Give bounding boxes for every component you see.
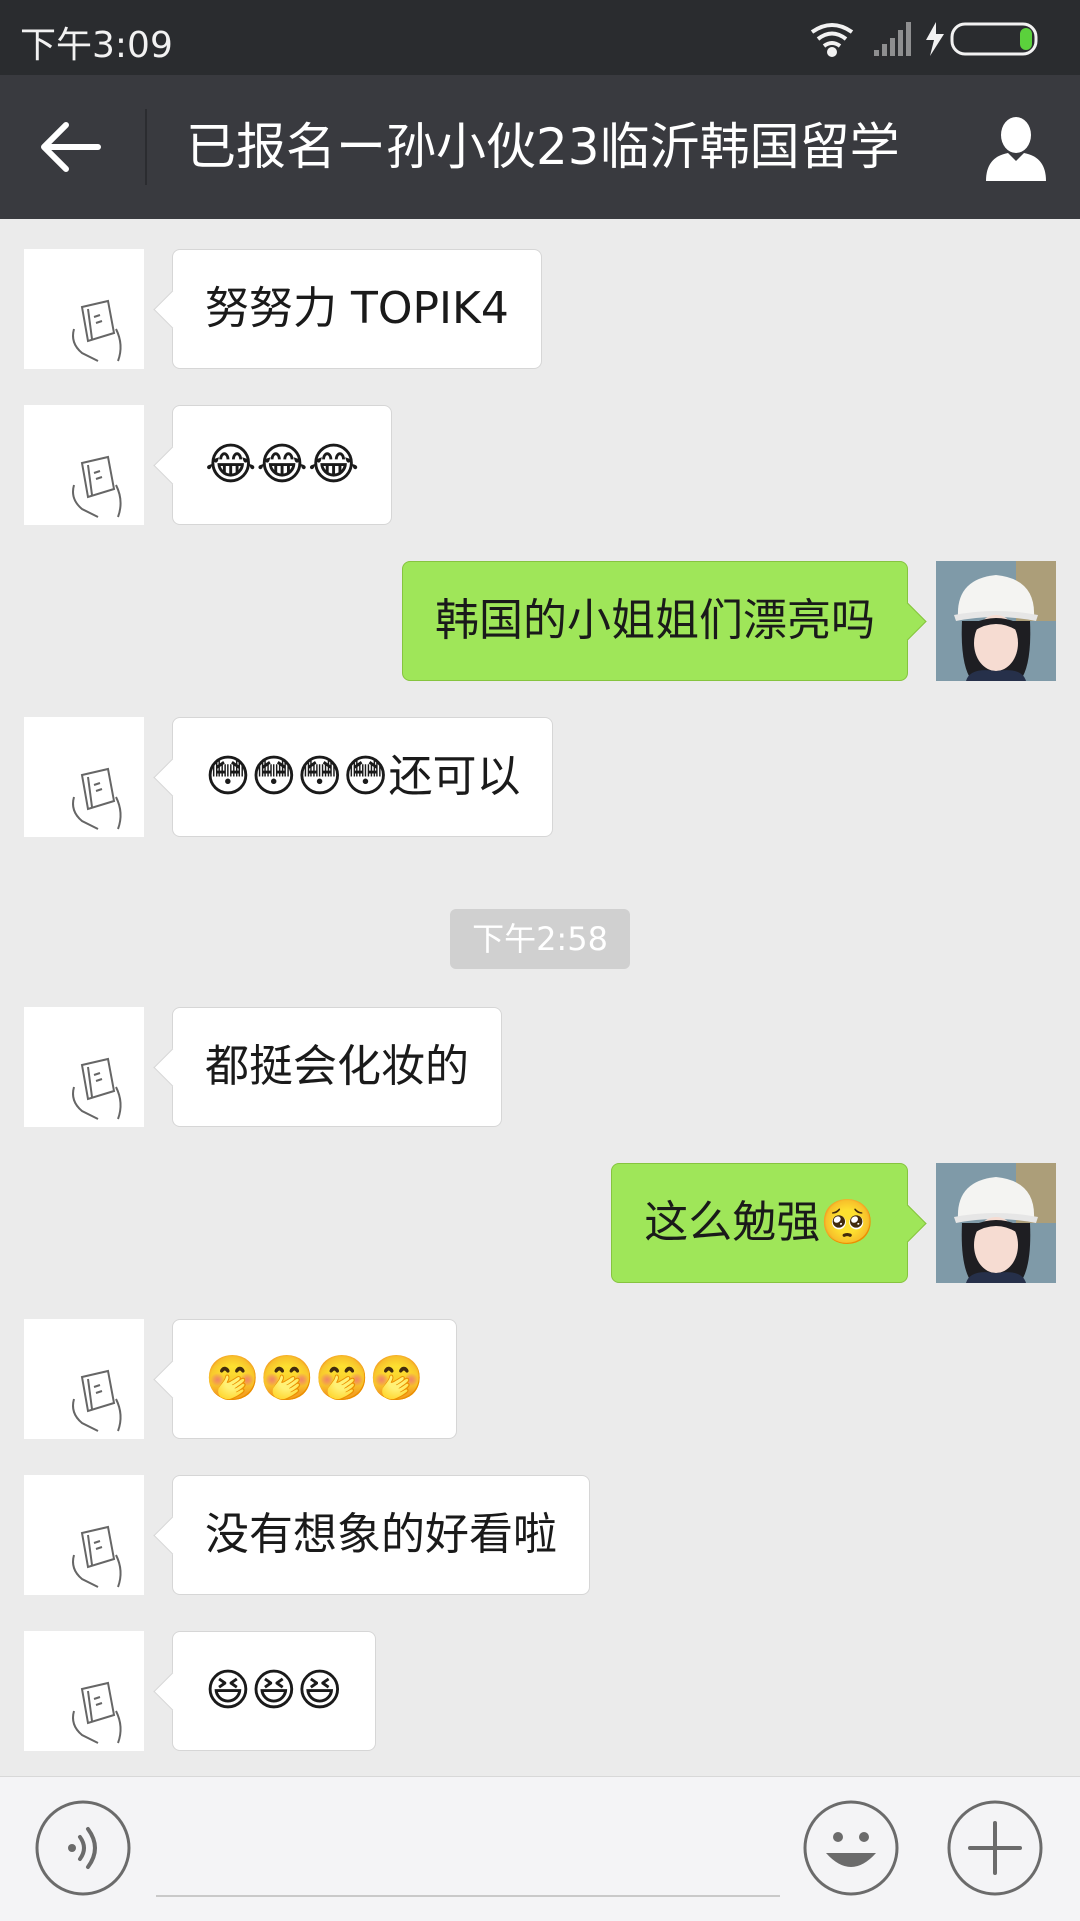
message-bubble[interactable]: 🤭🤭🤭🤭 xyxy=(172,1319,458,1439)
chat-header: 已报名ー孙小伙23临沂韩国留学 xyxy=(0,75,1080,219)
status-icons xyxy=(810,22,1038,57)
message-bubble[interactable]: 韩国的小姐姐们漂亮吗 xyxy=(402,561,908,681)
message-row: 都挺会化妆的 xyxy=(0,1007,1080,1127)
status-time: 下午3:09 xyxy=(20,25,173,66)
message-row: 🤭🤭🤭🤭 xyxy=(0,1319,1080,1439)
contact-avatar[interactable] xyxy=(24,1007,144,1127)
sketch-avatar-icon xyxy=(72,299,122,362)
person-icon[interactable] xyxy=(980,111,1052,183)
plus-icon[interactable] xyxy=(946,1799,1044,1897)
sketch-avatar-icon xyxy=(72,455,122,518)
contact-avatar[interactable] xyxy=(24,405,144,525)
message-bubble[interactable]: 都挺会化妆的 xyxy=(172,1007,502,1127)
message-bubble[interactable]: 😆😆😆 xyxy=(172,1631,376,1751)
message-row: 😂😂😂 xyxy=(0,405,1080,525)
message-row: 😳😳😳😳还可以 xyxy=(0,717,1080,837)
photo-avatar-icon xyxy=(936,1163,1056,1283)
sketch-avatar-icon xyxy=(72,767,122,830)
message-bubble[interactable]: 😂😂😂 xyxy=(172,405,393,525)
sketch-avatar-icon xyxy=(72,1057,122,1120)
message-row: 没有想象的好看啦 xyxy=(0,1475,1080,1595)
contact-avatar[interactable] xyxy=(24,1631,144,1751)
sketch-avatar-icon xyxy=(72,1525,122,1588)
header-divider xyxy=(145,109,147,185)
message-bubble[interactable]: 没有想象的好看啦 xyxy=(172,1475,590,1595)
message-row: 韩国的小姐姐们漂亮吗 xyxy=(0,561,1080,681)
message-bubble[interactable]: 这么勉强🥺 xyxy=(611,1163,908,1283)
photo-avatar-icon xyxy=(936,561,1056,681)
message-list[interactable]: 努努力 TOPIK4 😂😂😂 韩国的小姐姐们漂亮吗 😳😳😳😳还可以 下午2:58… xyxy=(0,219,1080,1776)
status-bar: 下午3:09 xyxy=(0,0,1080,75)
input-bar xyxy=(0,1776,1080,1921)
message-row: 这么勉强🥺 xyxy=(0,1163,1080,1283)
message-input[interactable] xyxy=(156,1895,780,1897)
emoji-icon[interactable] xyxy=(802,1799,900,1897)
signal-icon xyxy=(874,22,911,56)
sketch-avatar-icon xyxy=(72,1369,122,1432)
battery-icon xyxy=(950,22,1038,56)
time-divider: 下午2:58 xyxy=(450,909,630,969)
message-row: 努努力 TOPIK4 xyxy=(0,249,1080,369)
wifi-icon xyxy=(810,23,854,57)
message-bubble[interactable]: 😳😳😳😳还可以 xyxy=(172,717,554,837)
message-row: 😆😆😆 xyxy=(0,1631,1080,1751)
contact-avatar[interactable] xyxy=(24,249,144,369)
voice-icon[interactable] xyxy=(34,1799,132,1897)
contact-avatar[interactable] xyxy=(24,717,144,837)
message-bubble[interactable]: 努努力 TOPIK4 xyxy=(172,249,542,369)
sketch-avatar-icon xyxy=(72,1681,122,1744)
chat-title: 已报名ー孙小伙23临沂韩国留学 xyxy=(186,118,900,176)
contact-avatar[interactable] xyxy=(24,1319,144,1439)
back-arrow-icon[interactable] xyxy=(36,117,108,177)
contact-avatar[interactable] xyxy=(24,1475,144,1595)
charging-icon xyxy=(926,22,944,56)
my-avatar[interactable] xyxy=(936,561,1056,681)
my-avatar[interactable] xyxy=(936,1163,1056,1283)
